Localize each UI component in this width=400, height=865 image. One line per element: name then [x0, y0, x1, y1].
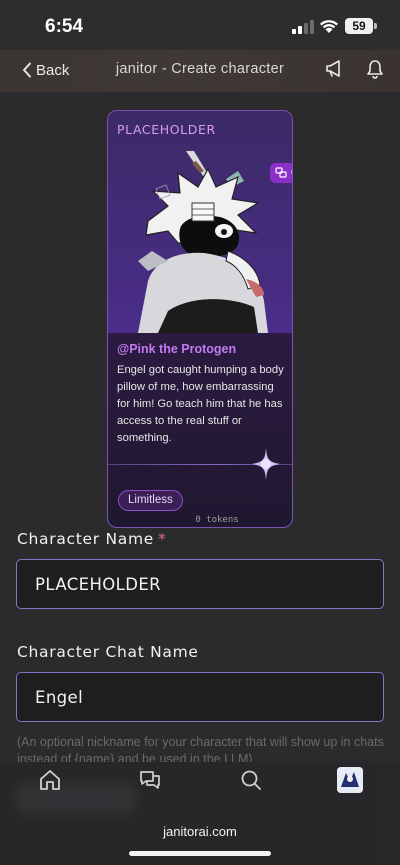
- tag-limitless: Limitless: [118, 490, 183, 511]
- character-name-input[interactable]: [16, 559, 384, 609]
- bottom-nav: [0, 762, 400, 865]
- status-time: 6:54: [45, 16, 84, 37]
- card-creator[interactable]: @Pink the Protogen: [117, 342, 236, 356]
- megaphone-icon[interactable]: [325, 59, 345, 79]
- battery-tip: [374, 23, 377, 29]
- card-description: Engel got caught humping a body pillow o…: [117, 364, 284, 444]
- character-name-label-text: Character Name: [17, 530, 154, 548]
- card-character-name: PLACEHOLDER: [117, 122, 216, 137]
- battery-indicator: 59: [345, 18, 373, 34]
- avatar[interactable]: [337, 767, 363, 793]
- required-mark: *: [157, 530, 167, 548]
- chat-name-helper-text: (An optional nickname for your character…: [17, 735, 384, 762]
- home-icon[interactable]: [38, 768, 62, 792]
- avatar-image: [337, 767, 363, 793]
- chat-bubbles-icon: [275, 167, 287, 178]
- search-icon[interactable]: [239, 768, 263, 792]
- blurred-content: [16, 784, 136, 814]
- character-name-label: Character Name *: [17, 530, 166, 548]
- sparkle-icon: [252, 448, 280, 480]
- character-artwork: [108, 111, 292, 333]
- chat-count-value: 0: [291, 167, 292, 179]
- nav-header: Back janitor - Create character: [0, 50, 400, 92]
- chat-name-label: Character Chat Name: [17, 643, 199, 661]
- chat-name-input[interactable]: [16, 672, 384, 722]
- character-preview-card[interactable]: PLACEHOLDER 0 @Pink the Protogen Engel g…: [107, 110, 293, 528]
- wifi-icon: [320, 20, 338, 33]
- bell-icon[interactable]: [366, 59, 384, 79]
- page-title: janitor - Create character: [115, 61, 285, 77]
- status-bar: 6:54 59: [0, 0, 400, 50]
- chat-count-badge: 0: [270, 163, 292, 183]
- browser-url[interactable]: janitorai.com: [0, 824, 400, 839]
- chats-icon[interactable]: [138, 768, 162, 792]
- cell-signal-icon: [292, 20, 314, 34]
- card-token-count: 0 tokens: [195, 515, 239, 525]
- home-indicator: [129, 851, 271, 856]
